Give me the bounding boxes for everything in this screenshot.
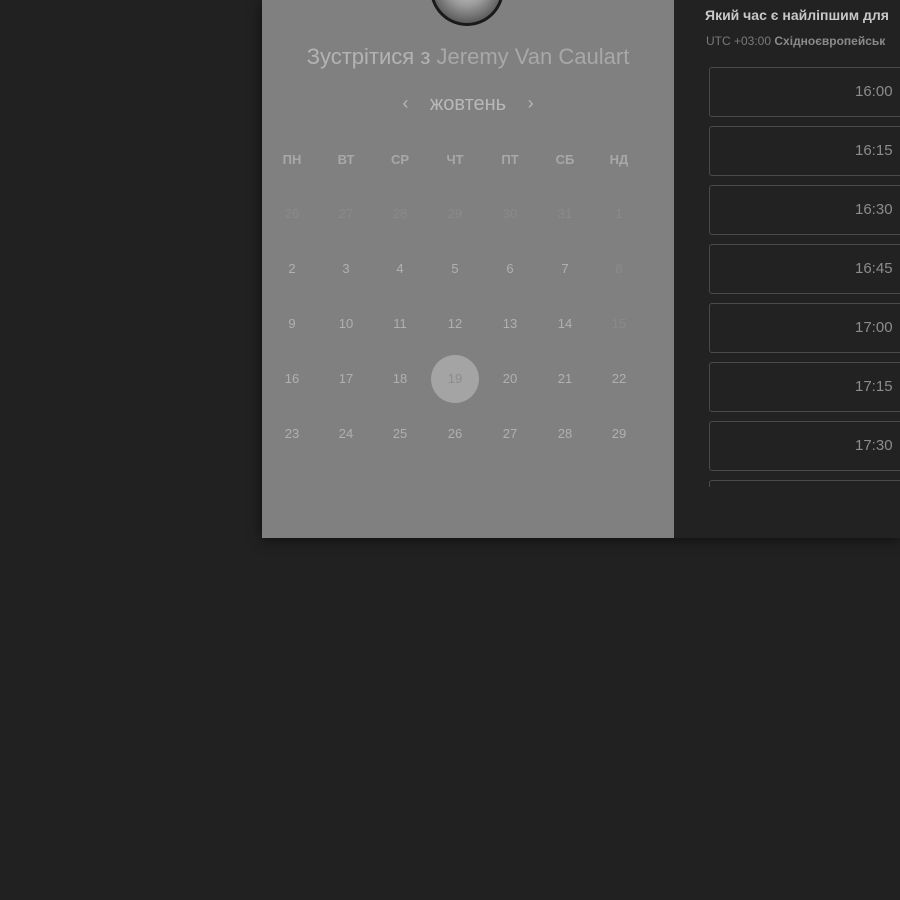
calendar-day[interactable]: 22 bbox=[599, 369, 639, 389]
time-slot-button[interactable]: 17:30 bbox=[709, 421, 900, 471]
weekday-header: СР bbox=[390, 152, 410, 167]
time-slots-panel: Який час є найліпшим для UTC +03:00 Схід… bbox=[674, 0, 900, 538]
calendar-day[interactable]: 9 bbox=[272, 314, 312, 334]
weekday-header: ВТ bbox=[337, 152, 355, 167]
calendar-day[interactable]: 23 bbox=[272, 424, 312, 444]
time-slot-label: 16:00 bbox=[855, 83, 893, 100]
calendar-day: 28 bbox=[392, 206, 408, 221]
calendar-day[interactable]: 21 bbox=[545, 369, 585, 389]
calendar-day[interactable]: 29 bbox=[599, 424, 639, 444]
chevron-left-icon[interactable]: ‹ bbox=[395, 92, 415, 114]
calendar-day[interactable]: 24 bbox=[326, 424, 366, 444]
weekday-header: СБ bbox=[555, 152, 575, 167]
calendar-day[interactable]: 18 bbox=[380, 369, 420, 389]
time-slot-label: 17:30 bbox=[855, 437, 893, 454]
time-slot-label: 16:45 bbox=[855, 260, 893, 277]
avatar bbox=[430, 0, 504, 26]
timezone-name: Східноєвропейськ bbox=[774, 34, 886, 48]
calendar-day[interactable]: 11 bbox=[380, 314, 420, 334]
scheduler-card: Зустрітися з Jeremy Van Caulart ‹ жовтен… bbox=[262, 0, 900, 538]
calendar-day[interactable]: 4 bbox=[380, 259, 420, 279]
time-slot-label: 17:15 bbox=[855, 378, 893, 395]
calendar-day[interactable]: 2 bbox=[272, 259, 312, 279]
calendar-day: 1 bbox=[615, 206, 623, 221]
time-slot-button[interactable]: 16:30 bbox=[709, 185, 900, 235]
calendar-day[interactable]: 26 bbox=[435, 424, 475, 444]
calendar-day[interactable]: 28 bbox=[545, 424, 585, 444]
calendar-day[interactable]: 7 bbox=[545, 259, 585, 279]
calendar-day: 15 bbox=[611, 316, 627, 331]
chevron-right-icon[interactable]: › bbox=[521, 92, 541, 114]
weekday-header: ПН bbox=[282, 152, 302, 167]
calendar-panel: Зустрітися з Jeremy Van Caulart ‹ жовтен… bbox=[262, 0, 674, 538]
calendar-day-selected[interactable]: 19 bbox=[431, 355, 479, 403]
time-slot-label: 16:15 bbox=[855, 142, 893, 159]
meeting-title-prefix: Зустрітися з bbox=[306, 44, 431, 69]
calendar-day: 29 bbox=[447, 206, 463, 221]
calendar-day[interactable]: 3 bbox=[326, 259, 366, 279]
calendar-day: 30 bbox=[502, 206, 518, 221]
time-slot-button[interactable]: 16:00 bbox=[709, 67, 900, 117]
month-label: жовтень bbox=[429, 93, 507, 115]
calendar-day[interactable]: 5 bbox=[435, 259, 475, 279]
time-slot-label: 16:30 bbox=[855, 201, 893, 218]
calendar-day[interactable]: 27 bbox=[490, 424, 530, 444]
calendar-day[interactable]: 20 bbox=[490, 369, 530, 389]
calendar-day[interactable]: 25 bbox=[380, 424, 420, 444]
calendar-day[interactable]: 16 bbox=[272, 369, 312, 389]
calendar-day[interactable]: 13 bbox=[490, 314, 530, 334]
calendar-day: 31 bbox=[557, 206, 573, 221]
calendar-day: 27 bbox=[338, 206, 354, 221]
calendar-day[interactable]: 10 bbox=[326, 314, 366, 334]
calendar-day[interactable]: 14 bbox=[545, 314, 585, 334]
timezone-offset: UTC +03:00 bbox=[706, 34, 772, 48]
calendar-day[interactable]: 17 bbox=[326, 369, 366, 389]
calendar-day[interactable]: 6 bbox=[490, 259, 530, 279]
time-slot-label: 17:00 bbox=[855, 319, 893, 336]
time-slot-button[interactable]: 17:15 bbox=[709, 362, 900, 412]
weekday-header: НД bbox=[609, 152, 629, 167]
time-slot-list: 16:00 16:15 16:30 16:45 17:00 17:15 17:30 bbox=[709, 67, 900, 487]
weekday-header: ПТ bbox=[501, 152, 519, 167]
time-slot-button[interactable]: 16:15 bbox=[709, 126, 900, 176]
meeting-title: Зустрітися з Jeremy Van Caulart bbox=[262, 44, 674, 70]
time-slot-button[interactable]: 17:00 bbox=[709, 303, 900, 353]
month-navigation: ‹ жовтень › bbox=[262, 92, 674, 120]
time-slot-button[interactable] bbox=[709, 480, 900, 487]
weekday-header: ЧТ bbox=[446, 152, 464, 167]
time-slot-button[interactable]: 16:45 bbox=[709, 244, 900, 294]
calendar-day: 26 bbox=[284, 206, 300, 221]
host-name: Jeremy Van Caulart bbox=[436, 44, 630, 69]
timezone-label: UTC +03:00 Східноєвропейськ bbox=[706, 34, 885, 48]
calendar-day: 8 bbox=[615, 261, 623, 276]
time-question: Який час є найліпшим для bbox=[705, 7, 889, 23]
calendar-day[interactable]: 12 bbox=[435, 314, 475, 334]
